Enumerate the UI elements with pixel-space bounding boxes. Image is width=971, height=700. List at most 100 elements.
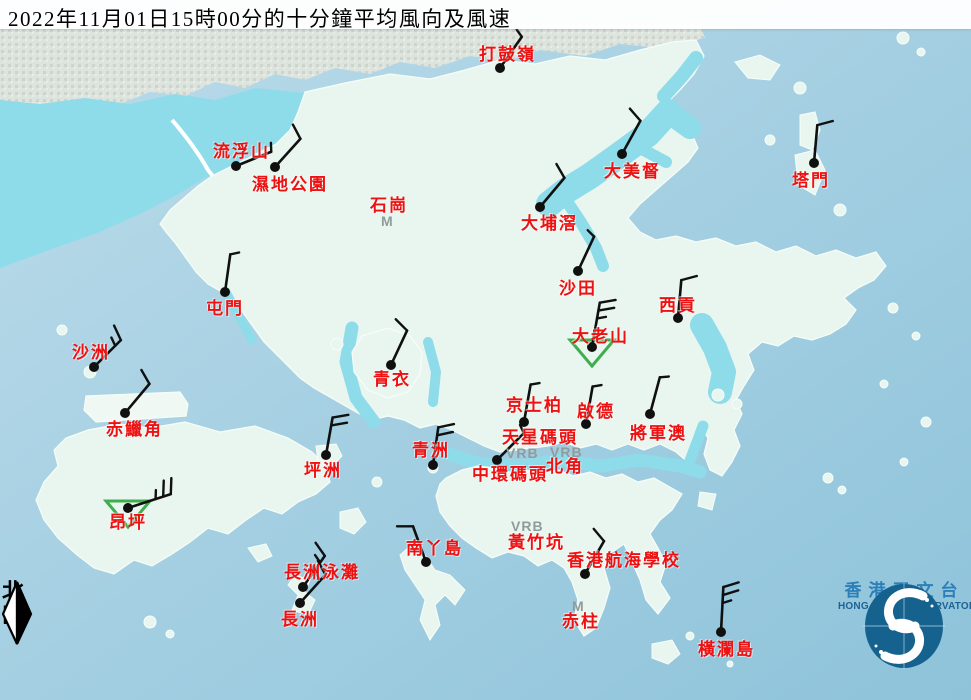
lamma-island-shape <box>400 548 465 640</box>
tolo-mouth <box>668 112 690 128</box>
station-lamma-island <box>397 526 431 567</box>
starling-inlet <box>664 58 696 96</box>
station-label-central-pier: 中環碼頭 <box>472 466 548 483</box>
rambler-channel <box>346 328 374 422</box>
high-level-station-triangle <box>106 501 150 527</box>
station-wetland-park <box>270 125 300 172</box>
east-sea-islet-4 <box>921 417 931 427</box>
peng-chau-island <box>316 444 342 466</box>
station-cheung-chau <box>295 561 325 608</box>
station-dot <box>495 63 505 73</box>
station-ngong-ping <box>106 478 171 527</box>
hko-logo: 香港天文台 HONG KONG OBSERVATORY <box>838 580 971 613</box>
shenzhen-land <box>0 25 705 122</box>
map-title: 2022年11月01日15時00分的十分鐘平均風向及風速 <box>8 3 511 33</box>
mirs-bay-islet-5 <box>917 48 925 56</box>
hong-kong-island <box>436 466 682 636</box>
station-label-sha-tin: 沙田 <box>559 280 597 297</box>
station-label-layer: 打鼓嶺流浮山濕地公園大美督塔門石崗M大埔滘沙田屯門西貢沙洲大老山青衣京士柏啟德將… <box>0 0 971 700</box>
station-dot <box>809 158 819 168</box>
high-level-station-triangle <box>570 340 614 366</box>
po-toi-island <box>652 640 680 664</box>
station-kai-tak <box>581 385 601 429</box>
port-shelter-islet-1 <box>712 389 724 401</box>
station-dot <box>421 557 431 567</box>
lantau-island <box>36 422 330 574</box>
shek-kwu-chau-island <box>248 544 272 562</box>
station-dot <box>321 450 331 460</box>
tung-lung-island <box>698 492 716 510</box>
station-tai-po-kau <box>535 164 564 212</box>
ma-wan-island <box>331 338 343 350</box>
tuen-mun-river <box>226 292 252 340</box>
station-peng-chau <box>321 415 348 460</box>
station-dot <box>89 362 99 372</box>
station-green-island <box>428 424 454 470</box>
station-status-star-ferry-pier: VRB <box>506 446 539 460</box>
port-shelter-islet-2 <box>732 399 742 409</box>
crooked-island <box>735 55 780 80</box>
station-label-cheung-chau: 長洲 <box>281 611 319 628</box>
hk-wind-map: 打鼓嶺流浮山濕地公園大美督塔門石崗M大埔滘沙田屯門西貢沙洲大老山青衣京士柏啟德將… <box>0 0 971 700</box>
station-label-tseung-kwan-o: 將軍澳 <box>630 425 687 442</box>
station-label-lau-fau-shan: 流浮山 <box>213 143 270 160</box>
station-label-tsing-yi: 青衣 <box>373 371 411 388</box>
tap-mun-island-2 <box>795 150 825 195</box>
station-label-green-island: 青洲 <box>412 442 450 459</box>
mirs-bay-islet-4 <box>897 32 909 44</box>
station-dot <box>581 419 591 429</box>
airport-platform <box>84 392 188 422</box>
station-label-ngong-ping: 昂坪 <box>109 514 147 531</box>
kau-yi-chau-island <box>372 477 382 487</box>
station-label-peng-chau: 坪洲 <box>304 462 342 479</box>
station-label-tuen-mun: 屯門 <box>206 300 244 317</box>
station-label-lamma-island: 南丫島 <box>406 540 463 557</box>
station-tuen-mun <box>220 252 239 297</box>
sha-chau-islet <box>84 366 96 378</box>
station-dot <box>386 360 396 370</box>
station-sha-tin <box>573 230 594 276</box>
station-label-kings-park: 京士柏 <box>506 397 563 414</box>
station-dot <box>587 342 597 352</box>
sea <box>0 0 971 700</box>
station-dot <box>123 503 133 513</box>
east-sea-islet-1 <box>888 303 898 313</box>
soko-island-1 <box>144 616 156 628</box>
station-central-pier <box>492 425 524 465</box>
port-shelter <box>702 325 724 392</box>
station-dot <box>492 455 502 465</box>
station-label-stanley: 赤柱 <box>562 613 600 630</box>
station-label-sha-chau: 沙洲 <box>72 344 110 361</box>
station-dot <box>535 202 545 212</box>
tolo-harbour <box>549 112 668 204</box>
station-lau-fau-shan <box>231 143 271 171</box>
victoria-harbour <box>442 452 700 472</box>
deep-bay <box>0 88 336 268</box>
station-waglan-island <box>716 582 739 637</box>
station-dot <box>580 569 590 579</box>
station-dot <box>120 408 130 418</box>
lo-chau-island <box>686 632 694 640</box>
station-hk-sea-school <box>580 529 604 579</box>
shing-mun-channel <box>566 200 603 266</box>
beaufort-island <box>702 648 710 656</box>
station-dot <box>295 598 305 608</box>
station-label-tates-cairn: 大老山 <box>572 328 629 345</box>
tap-mun-island-1 <box>800 112 820 150</box>
mirs-bay-islet-1 <box>765 135 775 145</box>
shenzhen-bay-bridge <box>172 120 216 180</box>
tsing-yi-island <box>352 328 422 398</box>
cheung-chau-island <box>288 575 315 615</box>
station-label-sai-kung: 西貢 <box>659 297 697 314</box>
green-island-shape <box>428 463 438 473</box>
lung-kwu-chau-islet <box>57 325 67 335</box>
station-dot <box>231 161 241 171</box>
station-sha-chau <box>89 326 121 372</box>
station-tap-mun <box>809 121 833 168</box>
station-dot <box>645 409 655 419</box>
station-dot <box>270 162 280 172</box>
station-dot <box>298 582 308 592</box>
station-dot <box>519 417 529 427</box>
station-label-star-ferry-pier: 天星碼頭 <box>502 429 578 446</box>
east-sea-islet-5 <box>900 458 908 466</box>
